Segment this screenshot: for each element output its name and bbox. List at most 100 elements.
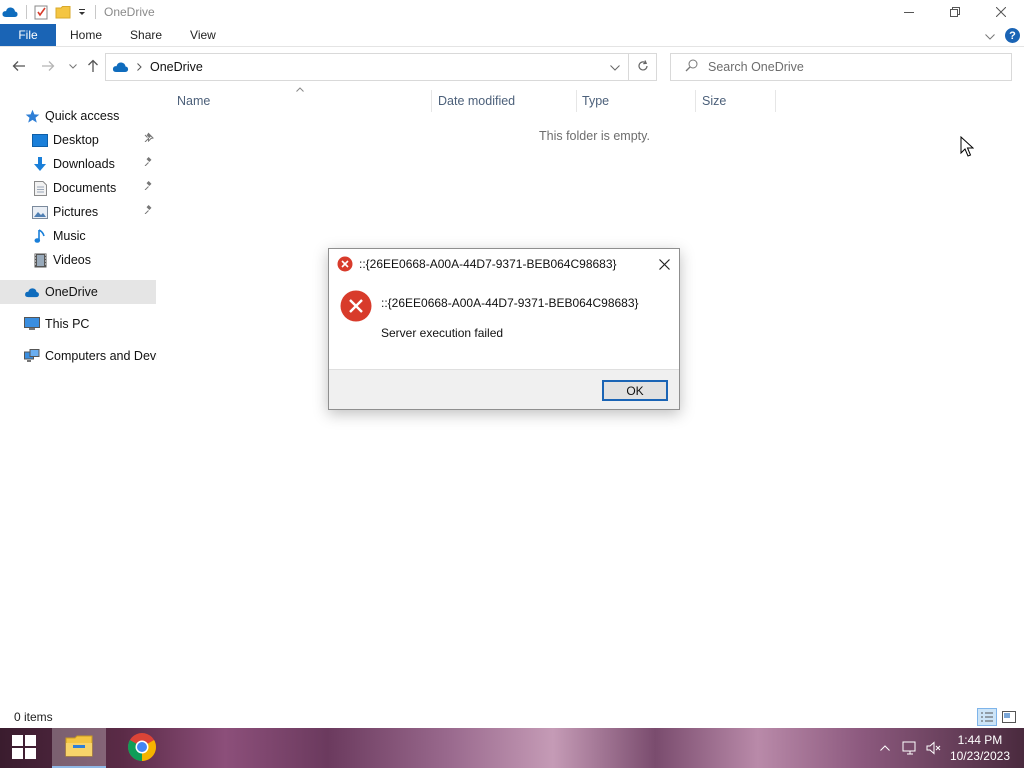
sidebar-item-label: Downloads	[53, 157, 115, 171]
dialog-message-error: Server execution failed	[381, 326, 504, 340]
column-divider[interactable]	[695, 90, 696, 112]
error-dialog: ::{26EE0668-A00A-44D7-9371-BEB064C98683}…	[328, 248, 680, 410]
taskbar-file-explorer[interactable]	[52, 728, 106, 768]
help-icon[interactable]: ?	[1005, 28, 1020, 43]
empty-folder-message: This folder is empty.	[539, 129, 650, 143]
forward-arrow-icon[interactable]	[40, 58, 56, 74]
pin-icon[interactable]	[144, 132, 154, 145]
computer-icon	[24, 316, 40, 332]
sidebar-item-videos[interactable]: Videos	[32, 248, 91, 272]
sort-ascending-icon	[296, 84, 304, 94]
taskbar: 1:44 PM 10/23/2023	[0, 728, 1024, 768]
quick-access-toolbar: OneDrive	[0, 0, 155, 24]
column-headers: Name Date modified Type Size	[160, 88, 1024, 114]
window-controls	[886, 0, 1024, 24]
sidebar-item-label: Desktop	[53, 133, 99, 147]
navigation-pane: Quick access Desktop Downloads Documents…	[0, 88, 157, 704]
address-bar[interactable]: OneDrive	[105, 53, 629, 81]
sidebar-item-desktop[interactable]: Desktop	[32, 128, 156, 152]
column-header-name[interactable]: Name	[177, 88, 210, 114]
mouse-cursor-icon	[960, 135, 975, 161]
show-hidden-icons-chevron-icon[interactable]	[880, 745, 890, 751]
tab-home[interactable]: Home	[56, 24, 116, 46]
dialog-title: ::{26EE0668-A00A-44D7-9371-BEB064C98683}	[359, 257, 617, 271]
start-button[interactable]	[0, 728, 48, 768]
breadcrumb-chevron-icon[interactable]	[137, 60, 142, 74]
pictures-icon	[32, 204, 48, 220]
customize-qat-chevron-icon[interactable]	[77, 4, 87, 20]
close-button[interactable]	[978, 0, 1024, 24]
search-placeholder: Search OneDrive	[708, 60, 804, 74]
sidebar-item-quick-access[interactable]: Quick access	[24, 104, 119, 128]
network-icon[interactable]	[902, 741, 918, 755]
search-box[interactable]: Search OneDrive	[670, 53, 1012, 81]
tab-share[interactable]: Share	[116, 24, 176, 46]
videos-icon	[32, 252, 48, 268]
properties-icon[interactable]	[33, 4, 49, 20]
up-arrow-icon[interactable]	[85, 58, 101, 74]
large-icons-view-icon[interactable]	[999, 708, 1019, 726]
qat-separator	[95, 5, 96, 19]
sidebar-item-pictures[interactable]: Pictures	[32, 200, 156, 224]
column-divider[interactable]	[431, 90, 432, 112]
taskbar-chrome[interactable]	[116, 728, 168, 768]
qat-separator	[26, 5, 27, 19]
pin-icon[interactable]	[144, 180, 154, 193]
dialog-close-button[interactable]	[655, 255, 673, 273]
back-arrow-icon[interactable]	[11, 58, 27, 74]
ok-button[interactable]: OK	[602, 380, 668, 401]
volume-muted-icon[interactable]	[926, 741, 942, 755]
column-divider[interactable]	[775, 90, 776, 112]
expand-ribbon-chevron-icon[interactable]	[985, 29, 995, 43]
downloads-icon	[32, 156, 48, 172]
sidebar-item-label: OneDrive	[45, 285, 98, 299]
status-bar: 0 items	[0, 704, 1024, 728]
error-small-icon	[337, 256, 353, 272]
sidebar-item-this-pc[interactable]: This PC	[24, 312, 89, 336]
refresh-icon	[637, 59, 649, 75]
column-header-date-modified[interactable]: Date modified	[438, 88, 515, 114]
sidebar-item-label: This PC	[45, 317, 90, 331]
file-explorer-folder-icon	[65, 735, 93, 760]
tab-file[interactable]: File	[0, 24, 56, 46]
dialog-title-bar: ::{26EE0668-A00A-44D7-9371-BEB064C98683}	[329, 249, 679, 279]
address-dropdown-chevron-icon[interactable]	[610, 60, 620, 74]
chrome-icon	[127, 732, 157, 765]
sidebar-item-computers-and-devices[interactable]: Computers and Devic	[24, 344, 157, 368]
sidebar-item-music[interactable]: Music	[32, 224, 86, 248]
details-view-icon[interactable]	[977, 708, 997, 726]
windows-logo-icon	[12, 734, 36, 762]
onedrive-cloud-icon	[112, 61, 129, 73]
item-count: 0 items	[14, 710, 53, 724]
documents-icon	[32, 180, 48, 196]
dialog-message-clsid: ::{26EE0668-A00A-44D7-9371-BEB064C98683}	[381, 296, 639, 310]
star-icon	[24, 108, 40, 124]
sidebar-item-label: Videos	[53, 253, 91, 267]
breadcrumb-onedrive[interactable]: OneDrive	[150, 60, 203, 74]
new-folder-icon[interactable]	[55, 4, 71, 20]
sidebar-item-label: Computers and Devic	[45, 349, 157, 363]
dialog-body: ::{26EE0668-A00A-44D7-9371-BEB064C98683}…	[329, 279, 679, 369]
column-header-size[interactable]: Size	[702, 88, 726, 114]
pin-icon[interactable]	[144, 156, 154, 169]
ribbon-right-controls: ?	[985, 24, 1020, 47]
pin-icon[interactable]	[144, 204, 154, 217]
taskbar-clock[interactable]: 1:44 PM 10/23/2023	[950, 732, 1010, 764]
recent-locations-chevron-icon[interactable]	[65, 58, 81, 74]
ribbon-tabs: File Home Share View ?	[0, 24, 1024, 47]
tab-view[interactable]: View	[176, 24, 230, 46]
restore-button[interactable]	[932, 0, 978, 24]
sidebar-item-label: Pictures	[53, 205, 99, 219]
sidebar-item-onedrive[interactable]: OneDrive	[0, 280, 156, 304]
desktop-icon	[32, 132, 48, 148]
sidebar-item-downloads[interactable]: Downloads	[32, 152, 156, 176]
refresh-button[interactable]	[628, 53, 657, 81]
column-divider[interactable]	[576, 90, 577, 112]
error-icon	[340, 290, 372, 325]
sidebar-item-documents[interactable]: Documents	[32, 176, 156, 200]
dialog-footer: OK	[329, 369, 679, 409]
onedrive-cloud-icon	[2, 4, 18, 20]
column-header-type[interactable]: Type	[582, 88, 609, 114]
minimize-button[interactable]	[886, 0, 932, 24]
onedrive-cloud-icon	[24, 284, 40, 300]
